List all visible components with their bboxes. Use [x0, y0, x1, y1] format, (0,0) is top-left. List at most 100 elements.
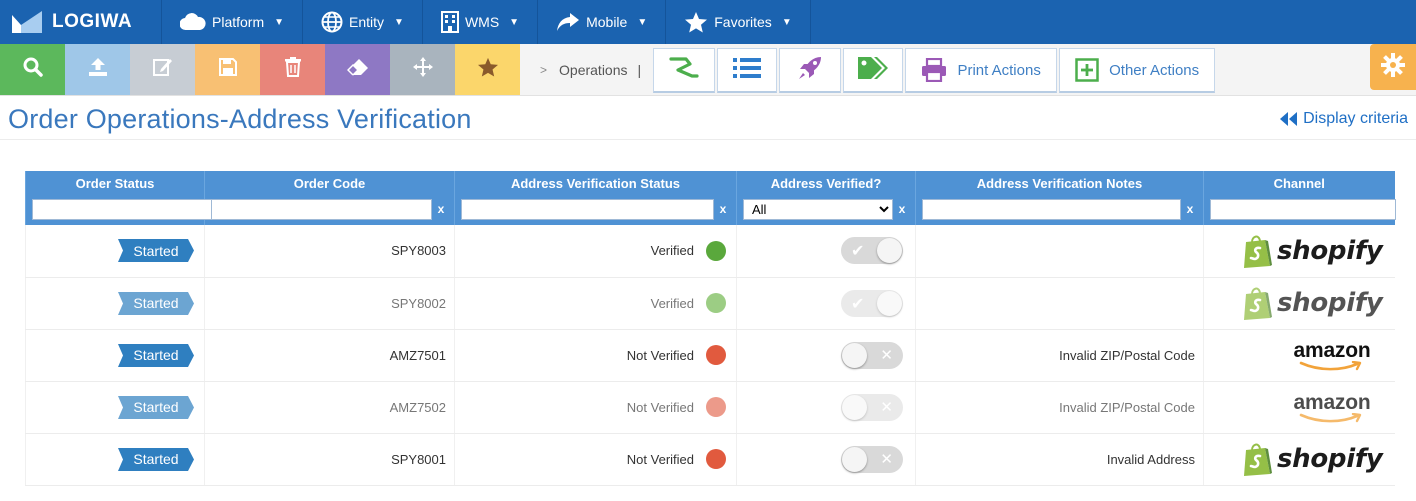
notes-cell: Invalid ZIP/Postal Code — [915, 329, 1204, 382]
delete-button[interactable] — [260, 44, 325, 95]
display-criteria-link[interactable]: Display criteria — [1279, 110, 1408, 128]
col-address-verified[interactable]: Address Verified? — [736, 171, 916, 197]
logiwa-logo-icon — [12, 11, 42, 33]
amazon-smile-icon — [1299, 412, 1362, 422]
nav-entity[interactable]: Entity ▼ — [303, 0, 423, 44]
toggle-knob — [842, 342, 867, 368]
clear-filter-button[interactable]: x — [893, 202, 911, 216]
clear-filter-button[interactable]: x — [1181, 202, 1199, 216]
shopify-bag-icon — [1243, 287, 1272, 320]
upload-button[interactable] — [65, 44, 130, 95]
status-dot-icon — [706, 397, 726, 417]
filter-cell: x — [1203, 197, 1403, 225]
nav-platform-label: Platform — [212, 14, 265, 30]
notes-cell: Invalid Address — [915, 433, 1204, 486]
col-address-verification-status[interactable]: Address Verification Status — [454, 171, 737, 197]
order-code-cell[interactable]: SPY8001 — [204, 433, 455, 486]
other-actions-button[interactable]: Other Actions — [1059, 48, 1216, 93]
amazon-logo: amazon — [1294, 340, 1371, 371]
col-address-verification-notes[interactable]: Address Verification Notes — [915, 171, 1204, 197]
order-status-cell: Started — [25, 433, 205, 486]
list-action-button[interactable] — [717, 48, 778, 93]
share-arrow-icon — [556, 12, 580, 32]
action-toolbar: > Operations | Print Actions Other Actio… — [0, 44, 1416, 96]
table-row[interactable]: Started SPY8001 Not Verified ✕ Invalid A… — [25, 433, 1395, 486]
move-arrows-icon — [412, 57, 433, 82]
order-code-filter-input[interactable] — [211, 198, 432, 220]
order-code-cell[interactable]: SPY8002 — [204, 277, 455, 330]
table-row[interactable]: Started AMZ7502 Not Verified ✕ Invalid Z… — [25, 381, 1395, 434]
table-row[interactable]: Started SPY8003 Verified ✔ shopify — [25, 225, 1395, 278]
status-tag: Started — [118, 447, 194, 471]
toggle-mark-icon: ✕ — [880, 450, 893, 468]
clear-button[interactable] — [325, 44, 390, 95]
address-verified-filter-select[interactable]: All — [743, 198, 893, 220]
plus-square-icon — [1075, 58, 1099, 82]
cloud-icon — [180, 13, 206, 31]
upload-icon — [88, 57, 108, 82]
chevron-down-icon: ▼ — [637, 16, 648, 28]
tags-action-button[interactable] — [843, 48, 904, 93]
col-channel[interactable]: Channel — [1203, 171, 1395, 197]
filter-cell: x — [204, 197, 455, 225]
table-row[interactable]: Started SPY8002 Verified ✔ shopify — [25, 277, 1395, 330]
channel-filter-input[interactable] — [1210, 198, 1396, 220]
star-icon — [684, 11, 708, 33]
clear-filter-button[interactable]: x — [432, 202, 450, 216]
toggle-knob — [842, 394, 867, 420]
status-dot-icon — [706, 240, 726, 261]
orders-grid: Order Status Order Code Address Verifica… — [25, 171, 1403, 486]
favorite-button[interactable] — [455, 44, 520, 95]
order-code-cell[interactable]: SPY8003 — [204, 225, 455, 278]
order-code-cell[interactable]: AMZ7502 — [204, 381, 455, 434]
col-order-code[interactable]: Order Code — [204, 171, 455, 197]
status-dot-icon — [706, 449, 726, 469]
verified-toggle[interactable]: ✕ — [841, 341, 903, 369]
nav-favorites[interactable]: Favorites ▼ — [666, 0, 811, 44]
clear-filter-button[interactable]: x — [714, 202, 732, 216]
table-row[interactable]: Started AMZ7501 Not Verified ✕ Invalid Z… — [25, 329, 1395, 382]
verified-toggle[interactable]: ✔ — [841, 237, 903, 265]
verified-toggle[interactable]: ✕ — [841, 393, 903, 421]
avs-label: Not Verified — [626, 399, 694, 415]
order-code-cell[interactable]: AMZ7501 — [204, 329, 455, 382]
logo[interactable]: LOGIWA — [0, 0, 162, 44]
col-order-status[interactable]: Order Status — [25, 171, 205, 197]
route-action-button[interactable] — [653, 48, 716, 93]
order-status-filter-input[interactable] — [32, 198, 218, 220]
edit-button[interactable] — [130, 44, 195, 95]
order-status-cell: Started — [25, 381, 205, 434]
tags-icon — [857, 56, 889, 84]
nav-wms[interactable]: WMS ▼ — [423, 0, 539, 44]
chevron-down-icon: ▼ — [394, 16, 404, 28]
notes-filter-input[interactable] — [922, 198, 1181, 220]
settings-button[interactable] — [1370, 44, 1416, 90]
globe-icon — [321, 11, 343, 33]
breadcrumb-separator: | — [637, 61, 642, 78]
launch-action-button[interactable] — [779, 48, 842, 93]
avs-cell: Not Verified — [454, 329, 737, 382]
nav-platform[interactable]: Platform ▼ — [162, 0, 304, 44]
nav-mobile[interactable]: Mobile ▼ — [538, 0, 667, 44]
print-actions-button[interactable]: Print Actions — [905, 48, 1058, 93]
eraser-icon — [346, 58, 369, 81]
breadcrumb-operations[interactable]: Operations — [559, 62, 627, 78]
other-actions-label: Other Actions — [1109, 61, 1200, 79]
move-button[interactable] — [390, 44, 455, 95]
notes-cell — [915, 277, 1204, 330]
status-label: Started — [133, 451, 179, 467]
print-actions-label: Print Actions — [957, 61, 1041, 79]
toggle-knob — [877, 238, 902, 264]
amazon-smile-icon — [1299, 360, 1362, 370]
avs-filter-input[interactable] — [461, 198, 714, 220]
address-verified-cell: ✔ — [736, 225, 916, 278]
verified-toggle[interactable]: ✕ — [841, 445, 903, 473]
order-status-cell: Started — [25, 329, 205, 382]
clear-filter-button[interactable]: x — [1396, 202, 1403, 216]
status-label: Started — [133, 295, 179, 311]
search-button[interactable] — [0, 44, 65, 95]
verified-toggle[interactable]: ✔ — [841, 289, 903, 317]
chevron-down-icon: ▼ — [781, 16, 792, 28]
save-button[interactable] — [195, 44, 260, 95]
nav-entity-label: Entity — [349, 14, 385, 30]
